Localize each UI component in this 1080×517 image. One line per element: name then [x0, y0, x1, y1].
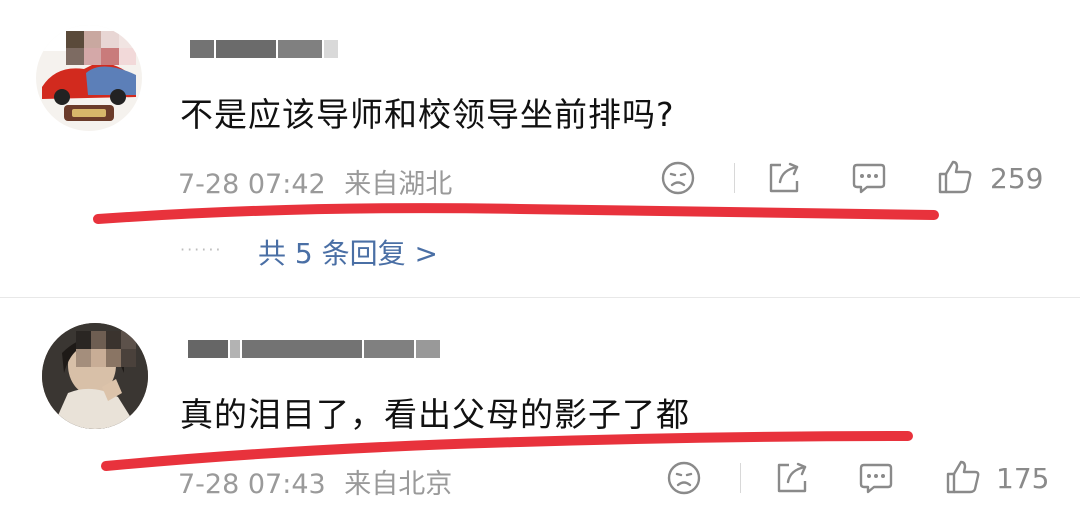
red-annotation-overlay: [93, 203, 939, 471]
red-underline: [93, 203, 939, 224]
red-underline: [101, 431, 913, 471]
